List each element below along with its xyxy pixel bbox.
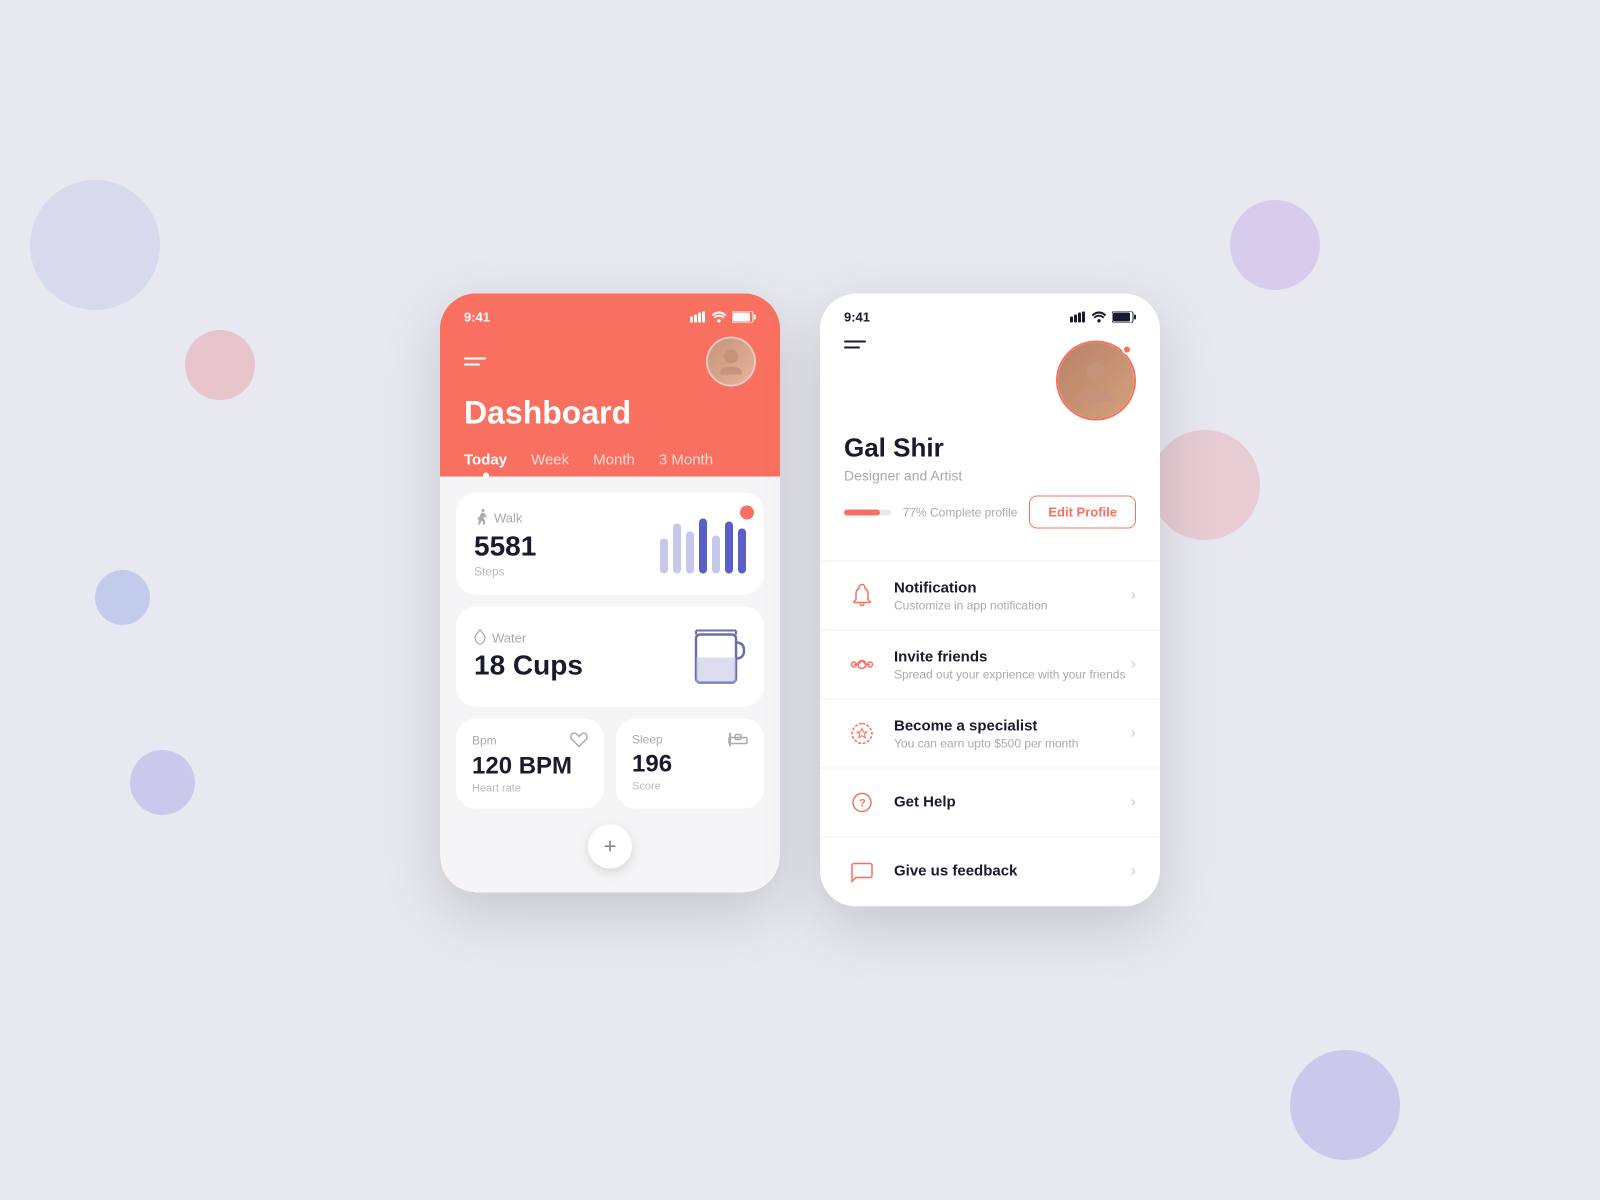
give-feedback-icon (844, 854, 880, 890)
profile-status-icons (1070, 312, 1136, 323)
cup-icon (690, 623, 746, 691)
profile-job-title: Designer and Artist (844, 468, 1136, 484)
deco-circle-2 (185, 330, 255, 400)
deco-circle-3 (95, 570, 150, 625)
profile-time: 9:41 (844, 310, 870, 325)
profile-avatar[interactable] (1056, 341, 1136, 421)
water-label: Water (492, 630, 526, 645)
menu-item-invite-friends[interactable]: Invite friends Spread out your exprience… (820, 631, 1160, 700)
become-specialist-subtitle: You can earn upto $500 per month (894, 736, 1131, 750)
invite-friends-chevron: › (1131, 656, 1136, 674)
bpm-label: Bpm (472, 734, 497, 748)
tab-3month[interactable]: 3 Month (659, 452, 713, 477)
walk-subtext: Steps (474, 565, 536, 579)
svg-text:?: ? (859, 798, 866, 810)
avatar-notification-dot (1122, 345, 1132, 355)
dashboard-avatar[interactable] (706, 337, 756, 387)
sleep-subtext: Score (632, 781, 748, 793)
get-help-chevron: › (1131, 794, 1136, 812)
deco-circle-1 (30, 180, 160, 310)
notification-title: Notification (894, 579, 1131, 596)
menu-item-get-help[interactable]: ? Get Help › (820, 769, 1160, 838)
profile-name: Gal Shir (844, 433, 1136, 464)
sleep-card: Sleep 196 Score (616, 719, 764, 809)
dashboard-tabs[interactable]: Today Week Month 3 Month (464, 452, 756, 477)
bed-icon (728, 733, 748, 747)
sleep-value: 196 (632, 751, 748, 779)
dashboard-title: Dashboard (464, 395, 756, 432)
notification-chevron: › (1131, 587, 1136, 605)
notification-icon (844, 578, 880, 614)
water-card: Water 18 Cups (456, 607, 764, 707)
profile-progress-bar (844, 509, 891, 515)
add-button[interactable]: + (588, 825, 632, 869)
become-specialist-icon (844, 716, 880, 752)
tab-today[interactable]: Today (464, 452, 507, 477)
deco-circle-7 (1150, 430, 1260, 540)
give-feedback-title: Give us feedback (894, 862, 1131, 879)
water-value: 18 Cups (474, 650, 583, 682)
walk-label: Walk (494, 510, 522, 525)
deco-circle-4 (130, 750, 195, 815)
bpm-subtext: Heart rate (472, 783, 588, 795)
profile-phone: 9:41 (820, 294, 1160, 907)
invite-friends-title: Invite friends (894, 648, 1131, 665)
walk-chart (660, 514, 746, 574)
invite-friends-subtitle: Spread out your exprience with your frie… (894, 667, 1131, 681)
menu-item-notification[interactable]: Notification Customize in app notificati… (820, 562, 1160, 631)
dashboard-phone: 9:41 Dashboard (440, 294, 780, 893)
give-feedback-chevron: › (1131, 863, 1136, 881)
menu-item-become-specialist[interactable]: Become a specialist You can earn upto $5… (820, 700, 1160, 769)
edit-profile-button[interactable]: Edit Profile (1029, 496, 1136, 529)
profile-menu-list: Notification Customize in app notificati… (820, 561, 1160, 907)
invite-friends-icon (844, 647, 880, 683)
bpm-card: Bpm 120 BPM Heart rate (456, 719, 604, 809)
sleep-label: Sleep (632, 733, 663, 747)
dashboard-hamburger[interactable] (464, 358, 486, 366)
tab-month[interactable]: Month (593, 452, 635, 477)
heart-icon (570, 733, 588, 749)
get-help-title: Get Help (894, 793, 1131, 810)
walk-card: Walk 5581 Steps (456, 493, 764, 595)
deco-circle-6 (1230, 200, 1320, 290)
tab-week[interactable]: Week (531, 452, 569, 477)
notification-subtitle: Customize in app notification (894, 598, 1131, 612)
become-specialist-chevron: › (1131, 725, 1136, 743)
become-specialist-title: Become a specialist (894, 717, 1131, 734)
menu-item-give-feedback[interactable]: Give us feedback › (820, 838, 1160, 907)
profile-status-bar: 9:41 (844, 310, 1136, 325)
dashboard-status-icons (690, 312, 756, 323)
profile-hamburger[interactable] (844, 341, 866, 349)
profile-completion-label: 77% Complete profile (903, 505, 1018, 519)
walk-value: 5581 (474, 531, 536, 563)
bpm-value: 120 BPM (472, 753, 588, 781)
dashboard-time: 9:41 (464, 310, 490, 325)
deco-circle-9 (1290, 1050, 1400, 1160)
dashboard-status-bar: 9:41 (464, 310, 756, 325)
get-help-icon: ? (844, 785, 880, 821)
